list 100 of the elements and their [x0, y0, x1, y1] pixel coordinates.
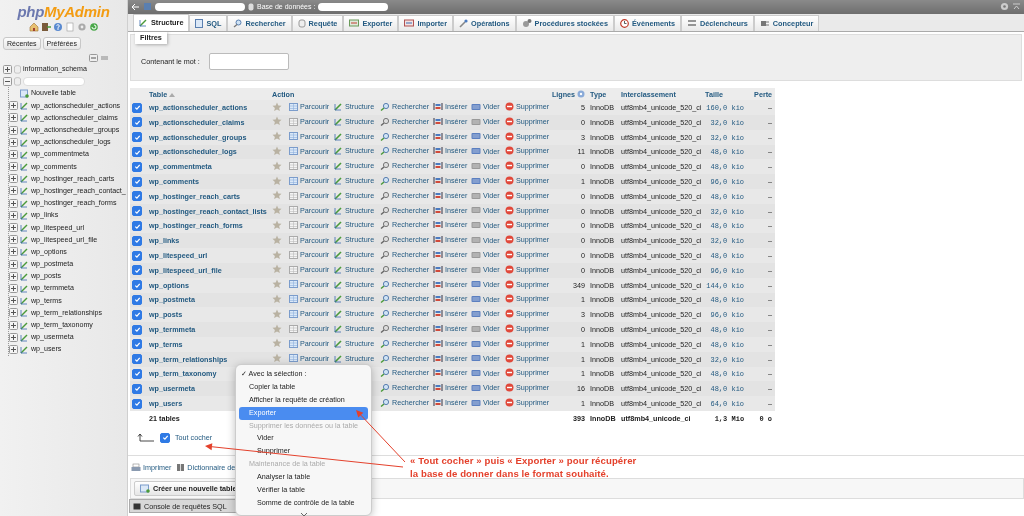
expand-icon[interactable] [9, 283, 18, 293]
database-icon [14, 64, 21, 74]
star-icon [272, 145, 282, 156]
checkbox[interactable] [132, 206, 142, 217]
database-icon [248, 2, 254, 11]
delete-icon [505, 294, 514, 304]
delete-icon [505, 176, 514, 186]
delete-icon [505, 190, 514, 200]
checkbox[interactable] [132, 102, 142, 113]
checkbox[interactable] [132, 250, 142, 261]
checkbox[interactable] [160, 432, 170, 443]
reload-icon[interactable] [88, 22, 99, 32]
new-table-icon [20, 88, 29, 98]
pen-icon [334, 250, 343, 260]
rows-icon [433, 383, 443, 393]
checkbox[interactable] [132, 280, 142, 291]
delete-icon [505, 131, 514, 141]
home-icon[interactable] [28, 22, 39, 32]
star-icon [272, 308, 282, 319]
box-icon [404, 19, 415, 28]
expand-icon[interactable] [9, 137, 18, 147]
delete-icon [505, 235, 514, 245]
expand-icon[interactable] [9, 186, 18, 196]
star-icon [272, 264, 282, 275]
sort-icon[interactable] [169, 91, 176, 97]
expand-icon[interactable] [9, 149, 18, 159]
checkbox[interactable] [132, 324, 142, 335]
checkbox[interactable] [132, 191, 142, 202]
checkbox[interactable] [132, 176, 142, 187]
expand-icon[interactable] [9, 235, 18, 245]
arrow-icon [137, 433, 155, 443]
redaction-mark [318, 2, 389, 11]
exit-icon[interactable] [40, 22, 51, 32]
expand-icon[interactable] [9, 101, 18, 111]
rows-icon [433, 353, 443, 363]
star-icon [272, 293, 282, 304]
star-icon [272, 234, 282, 245]
star-icon [272, 219, 282, 230]
checkbox[interactable] [132, 235, 142, 246]
expand-icon[interactable] [9, 296, 18, 306]
expand-icon[interactable] [9, 198, 18, 208]
checkbox[interactable] [132, 161, 142, 172]
checkbox[interactable] [132, 368, 142, 379]
book-icon [176, 463, 186, 473]
settings-icon[interactable] [76, 22, 87, 32]
checkbox[interactable] [132, 354, 142, 365]
rows-icon [433, 220, 443, 230]
expand-icon[interactable] [9, 174, 18, 184]
expand-icon[interactable] [9, 162, 18, 172]
star-icon [272, 190, 282, 201]
console-icon [133, 502, 141, 510]
expand-icon[interactable] [9, 125, 18, 135]
delete-icon [505, 161, 514, 171]
chevron-down-icon[interactable] [299, 511, 308, 516]
expand-icon[interactable] [9, 223, 18, 233]
input-field[interactable] [208, 52, 289, 70]
rows-icon [433, 294, 443, 304]
checkbox[interactable] [132, 309, 142, 320]
checkbox[interactable] [132, 265, 142, 276]
expand-icon[interactable] [9, 259, 18, 269]
clock-icon [619, 18, 629, 28]
delete-icon [505, 398, 514, 407]
checkbox[interactable] [132, 117, 142, 128]
expand-icon[interactable] [9, 247, 18, 257]
delete-icon [505, 383, 514, 393]
settings-icon[interactable] [1000, 2, 1009, 12]
delete-icon [505, 116, 514, 126]
checkbox[interactable] [132, 132, 142, 143]
delete-icon [505, 279, 514, 289]
expand-icon[interactable] [9, 332, 18, 342]
checkbox[interactable] [132, 295, 142, 305]
expand-icon[interactable] [9, 320, 18, 330]
back-icon[interactable] [131, 2, 140, 11]
delete-icon [505, 338, 514, 348]
pen-icon [334, 176, 343, 186]
expand-icon[interactable] [9, 113, 18, 123]
checkbox[interactable] [132, 221, 142, 231]
expand-icon[interactable] [9, 210, 18, 220]
pen-icon [334, 161, 343, 171]
checkbox[interactable] [132, 383, 142, 394]
checkbox[interactable] [132, 398, 142, 409]
pen-icon [334, 131, 343, 141]
pen-icon [334, 235, 343, 245]
help-icon[interactable] [577, 90, 586, 99]
rows-icon [433, 146, 443, 156]
delete-icon [505, 250, 514, 260]
expand-icon[interactable] [9, 344, 18, 354]
expand-icon[interactable] [9, 308, 18, 318]
help-icon[interactable] [52, 22, 63, 32]
checkbox[interactable] [132, 339, 142, 350]
rows-icon [433, 264, 443, 274]
expand-icon[interactable] [9, 271, 18, 281]
delete-icon [505, 368, 514, 378]
collapse-all-icon[interactable] [89, 54, 98, 62]
expand-icon[interactable] [3, 64, 12, 74]
app-logo[interactable]: phpMyAdmin [0, 3, 127, 20]
rows-icon [433, 309, 443, 319]
collapse-icon[interactable] [3, 76, 12, 86]
pen-icon [334, 190, 343, 200]
checkbox[interactable] [132, 147, 142, 157]
